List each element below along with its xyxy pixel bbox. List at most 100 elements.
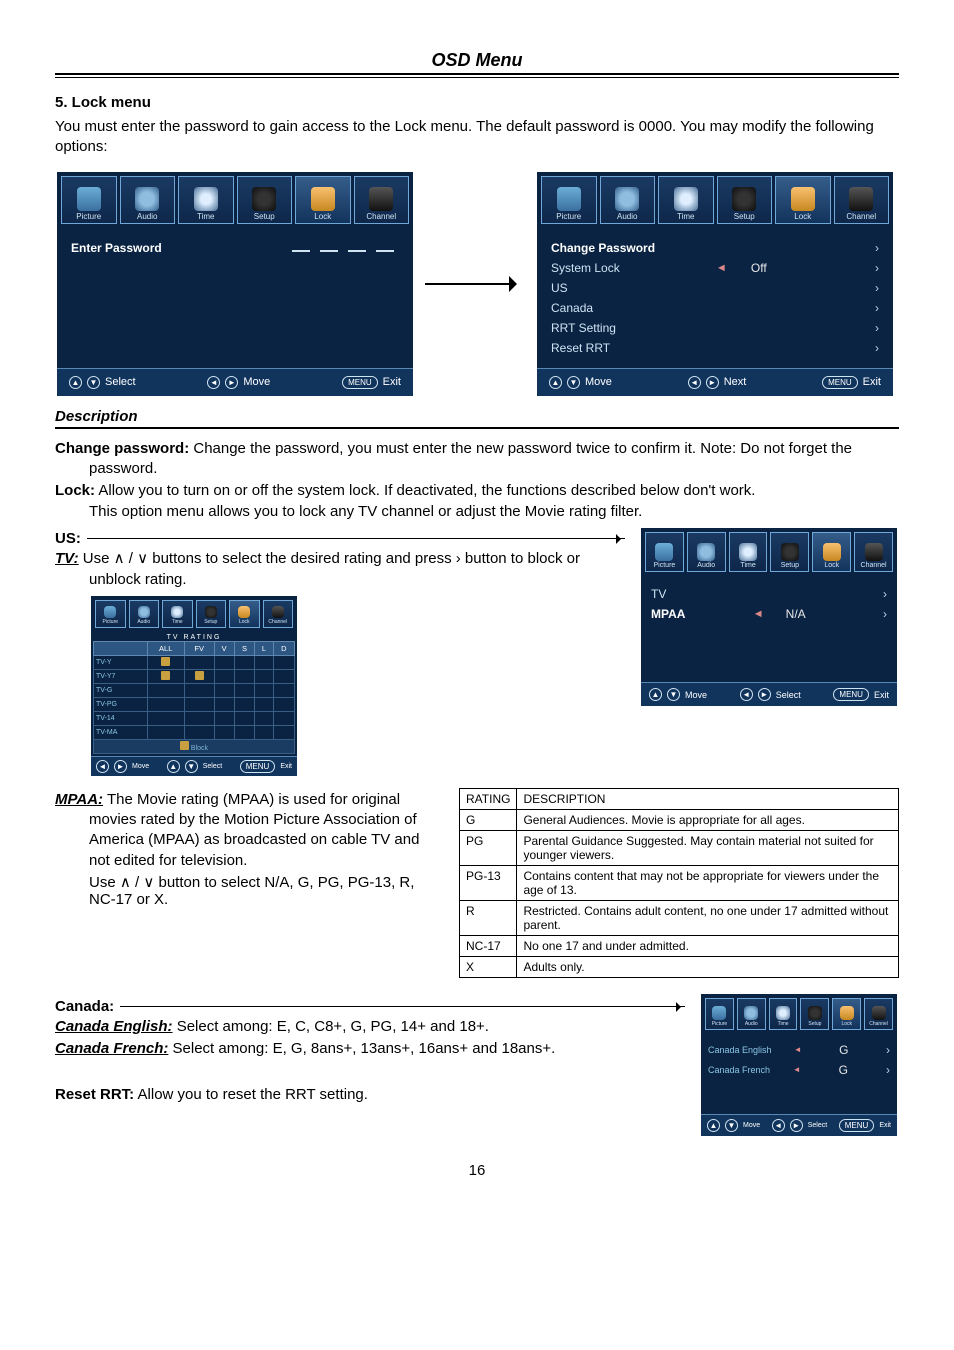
tab-audio[interactable]: Audio [737,998,766,1030]
tab-time[interactable]: Time [729,532,768,572]
description-rule [55,427,899,429]
triangle-left-icon[interactable]: ◄ [716,262,727,274]
canada-screen: Picture Audio Time Setup Lock Channel Ca… [699,992,899,1138]
tab-lock[interactable]: Lock [812,532,851,572]
menu-item[interactable]: MPAA [651,607,685,621]
tab-channel[interactable]: Channel [854,532,893,572]
right-icon: ► [706,376,719,389]
chevron-right-icon: › [875,341,879,355]
menu-item[interactable]: RRT Setting [551,321,616,335]
tab-picture[interactable]: Picture [705,998,734,1030]
triangle-left-icon[interactable]: ◄ [794,1045,802,1054]
foot-move: Move [585,376,612,388]
tab-time[interactable]: Time [658,176,714,224]
left-icon: ◄ [688,376,701,389]
menu-item[interactable]: Canada English [708,1045,772,1055]
tab-channel[interactable]: Channel [263,600,294,628]
def-canada-french: Canada French: Select among: E, G, 8ans+… [55,1039,685,1059]
menu-item[interactable]: US [551,281,568,295]
lock-square-icon[interactable] [195,671,204,680]
rating-grid: ALL FV V S L D TV-Y TV-Y7 TV-G TV-PG [93,641,295,754]
triangle-left-icon[interactable]: ◄ [753,608,764,620]
up-icon: ▲ [549,376,562,389]
chevron-right-icon: › [875,281,879,295]
lock-icon [311,187,335,211]
chevron-right-icon: › [883,607,887,621]
mpaa-value: N/A [776,607,816,621]
audio-icon [135,187,159,211]
tab-setup[interactable]: Setup [770,532,809,572]
menu-item[interactable]: TV [651,587,666,601]
foot-exit: Exit [383,376,401,388]
enter-password-label: Enter Password [71,241,162,255]
tab-setup[interactable]: Setup [237,176,293,224]
down-icon: ▼ [567,376,580,389]
menu-item[interactable]: Reset RRT [551,341,610,355]
chevron-right-icon: › [875,301,879,315]
def-lock: Lock: Allow you to turn on or off the sy… [55,481,899,501]
mpaa-instruction: Use ∧ / ∨ button to select N/A, G, PG, P… [55,873,441,908]
tab-setup[interactable]: Setup [196,600,227,628]
chevron-right-icon: › [875,241,879,255]
foot-move: Move [243,376,270,388]
picture-icon [77,187,101,211]
tab-setup[interactable]: Setup [800,998,829,1030]
tab-picture[interactable]: Picture [645,532,684,572]
tab-lock[interactable]: Lock [832,998,861,1030]
rating-grid-title: TV RATING [93,634,295,641]
tab-lock[interactable]: Lock [295,176,351,224]
def-change-password: Change password: Change the password, yo… [55,439,899,480]
menu-item[interactable]: Canada French [708,1065,770,1075]
time-icon [674,187,698,211]
tab-audio[interactable]: Audio [600,176,656,224]
description-heading: Description [55,408,899,425]
tab-lock[interactable]: Lock [229,600,260,628]
canada-en-value: G [824,1043,864,1057]
tab-time[interactable]: Time [162,600,193,628]
section-heading: 5. Lock menu [55,94,899,111]
tab-lock[interactable]: Lock [775,176,831,224]
foot-select: Select [105,376,136,388]
chevron-right-icon: › [875,321,879,335]
setup-icon [252,187,276,211]
tab-channel[interactable]: Channel [834,176,890,224]
down-icon: ▼ [87,376,100,389]
chevron-right-icon: › [875,261,879,275]
chevron-right-icon: › [886,1043,890,1057]
lock-extra-note: This option menu allows you to lock any … [55,503,899,520]
menu-item[interactable]: Change Password [551,241,655,255]
channel-icon [369,187,393,211]
triangle-left-icon[interactable]: ◄ [793,1065,801,1074]
tab-channel[interactable]: Channel [864,998,893,1030]
tab-picture[interactable]: Picture [541,176,597,224]
tab-picture[interactable]: Picture [61,176,117,224]
canada-fr-value: G [823,1063,863,1077]
menu-item[interactable]: System Lock [551,261,620,275]
us-label: US: [55,530,81,547]
chevron-right-icon: › [883,587,887,601]
menu-button-hint: MENU [342,376,378,389]
system-lock-value: Off [739,261,779,275]
tab-time[interactable]: Time [178,176,234,224]
left-icon: ◄ [207,376,220,389]
def-mpaa: MPAA: The Movie rating (MPAA) is used fo… [55,790,441,871]
lock-square-icon[interactable] [161,657,170,666]
menu-item[interactable]: Canada [551,301,593,315]
chevron-right-icon: › [886,1063,890,1077]
audio-icon [615,187,639,211]
rating-description-table: RATINGDESCRIPTION GGeneral Audiences. Mo… [459,788,899,978]
tab-audio[interactable]: Audio [120,176,176,224]
tab-audio[interactable]: Audio [687,532,726,572]
foot-exit: Exit [863,376,881,388]
tab-time[interactable]: Time [769,998,798,1030]
tab-setup[interactable]: Setup [717,176,773,224]
tab-audio[interactable]: Audio [129,600,160,628]
lock-square-icon[interactable] [161,671,170,680]
page-header-title: OSD Menu [55,50,899,71]
us-tv-rating-screen: Picture Audio Time Setup Lock Channel TV… [89,594,299,778]
tab-channel[interactable]: Channel [354,176,410,224]
channel-icon [849,187,873,211]
enter-password-screen: Picture Audio Time Setup Lock Channel En… [55,170,415,398]
page-number: 16 [55,1162,899,1179]
tab-picture[interactable]: Picture [95,600,126,628]
